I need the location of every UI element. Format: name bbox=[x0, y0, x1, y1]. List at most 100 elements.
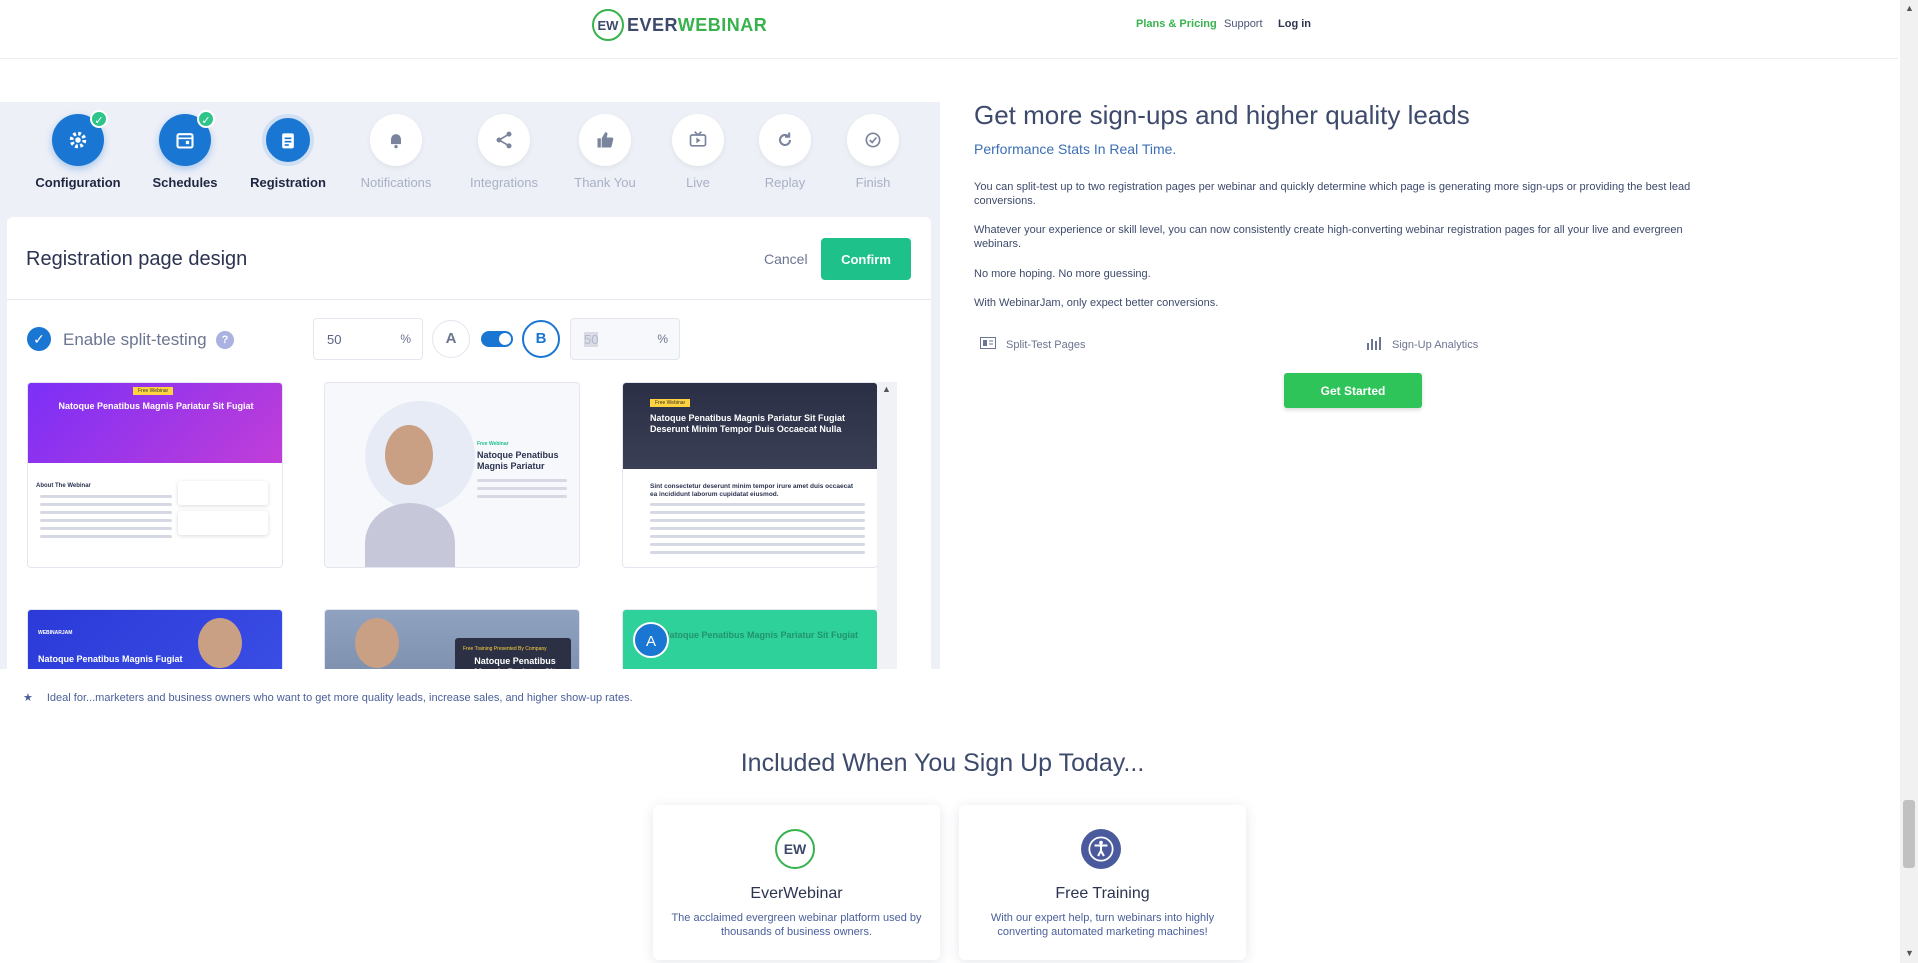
variant-b-button[interactable]: B bbox=[522, 320, 560, 358]
template-section-title: About The Webinar bbox=[36, 483, 91, 489]
template-thumbnail[interactable]: Free Webinar Natoque Penatibus Magnis Pa… bbox=[622, 382, 878, 568]
card-title: Registration page design bbox=[26, 248, 248, 270]
person-image bbox=[365, 503, 455, 567]
template-heading: Natoque Penatibus Magnis Pariatur Sit Fu… bbox=[474, 656, 556, 669]
step-label: Registration bbox=[250, 175, 326, 190]
split-testing-label: Enable split-testing bbox=[63, 330, 207, 349]
get-started-button[interactable]: Get Started bbox=[1284, 373, 1422, 408]
step-label: Schedules bbox=[152, 175, 218, 190]
included-card-desc: With our expert help, turn webinars into… bbox=[990, 912, 1215, 938]
step-registration[interactable]: Registration bbox=[233, 114, 343, 190]
template-tag: Free Webinar bbox=[477, 441, 509, 447]
gear-icon: ✓ bbox=[52, 110, 108, 166]
template-thumbnail[interactable]: Free Webinar Natoque Penatibus Magnis Pa… bbox=[324, 382, 580, 568]
template-section-title: Sint consectetur deserunt minim tempor i… bbox=[650, 483, 854, 498]
template-heading: Natoque Penatibus Magnis Pariatur bbox=[477, 450, 559, 471]
clipboard-icon bbox=[262, 114, 314, 166]
everwebinar-logo[interactable]: EW EVERWEBINAR bbox=[592, 9, 767, 41]
scroll-up-arrow-icon[interactable]: ▲ bbox=[882, 384, 891, 394]
thumbs-up-icon bbox=[579, 114, 631, 166]
split-testing-checkbox[interactable]: ✓ bbox=[27, 327, 51, 351]
template-thumbnail[interactable]: Free Training Presented By Company Natoq… bbox=[324, 609, 580, 669]
replay-icon bbox=[759, 114, 811, 166]
registration-wizard-preview: ✓ Configuration ✓ Schedules Registration… bbox=[0, 102, 940, 669]
scroll-up-arrow-icon[interactable]: ▲ bbox=[1905, 3, 1914, 13]
logo-text-ever: EVER bbox=[627, 14, 678, 35]
step-label: Notifications bbox=[360, 175, 432, 190]
template-hero bbox=[28, 383, 282, 463]
section-title: Get more sign-ups and higher quality lea… bbox=[974, 100, 1470, 130]
paragraph: With WebinarJam, only expect better conv… bbox=[974, 297, 1219, 309]
paragraph: Whatever your experience or skill level,… bbox=[974, 224, 1683, 250]
template-gallery: Free Webinar Natoque Penatibus Magnis Pa… bbox=[27, 382, 889, 669]
paragraph: No more hoping. No more guessing. bbox=[974, 268, 1151, 280]
template-text-lines bbox=[477, 479, 567, 503]
share-icon bbox=[478, 114, 530, 166]
template-tag: Free Webinar bbox=[133, 387, 174, 395]
top-navbar: EW EVERWEBINAR Plans & Pricing Support L… bbox=[0, 0, 1898, 59]
included-card-name: Free Training bbox=[1055, 885, 1150, 902]
person-face bbox=[198, 618, 242, 668]
step-integrations[interactable]: Integrations bbox=[449, 114, 559, 190]
ideal-for-text: Ideal for...marketers and business owner… bbox=[46, 691, 633, 704]
template-text-lines bbox=[40, 495, 172, 543]
bar-chart-icon bbox=[1366, 337, 1382, 353]
template-heading: Natoque Penatibus Magnis Pariatur Sit Fu… bbox=[650, 413, 846, 434]
bell-icon bbox=[370, 114, 422, 166]
step-label: Configuration bbox=[35, 175, 121, 190]
variant-a-percent-input[interactable]: 50 % bbox=[313, 318, 423, 360]
nav-login[interactable]: Log in bbox=[1278, 18, 1311, 30]
nav-plans-pricing[interactable]: Plans & Pricing bbox=[1136, 18, 1217, 30]
variant-a-button[interactable]: A bbox=[432, 320, 470, 358]
step-notifications[interactable]: Notifications bbox=[341, 114, 451, 190]
ideal-for-note: ★ Ideal for...marketers and business own… bbox=[23, 691, 633, 705]
check-badge-icon: ✓ bbox=[90, 110, 108, 128]
everwebinar-logo-icon: EW bbox=[775, 829, 815, 869]
template-tag: Free Training Presented By Company bbox=[463, 646, 547, 652]
step-finish[interactable]: Finish bbox=[818, 114, 928, 190]
logo-text-webinar: WEBINAR bbox=[677, 14, 768, 35]
template-tag: Free Webinar bbox=[650, 399, 691, 407]
cancel-button[interactable]: Cancel bbox=[764, 251, 808, 267]
nav-support[interactable]: Support bbox=[1224, 18, 1263, 30]
page-scrollbar[interactable]: ▲ ▼ bbox=[1900, 0, 1918, 963]
included-card-desc: The acclaimed evergreen webinar platform… bbox=[671, 912, 922, 938]
template-thumbnail[interactable]: Natoque Penatibus Magnis Pariatur Sit Fu… bbox=[622, 609, 878, 669]
registration-design-card: Registration page design Cancel Confirm … bbox=[7, 217, 931, 669]
paragraph: You can split-test up to two registratio… bbox=[974, 181, 1691, 207]
template-gallery-scrollbar[interactable]: ▲ bbox=[877, 382, 897, 669]
variant-b-percent-value: 50 bbox=[584, 332, 599, 347]
scroll-thumb[interactable] bbox=[1903, 800, 1915, 868]
check-circle-icon bbox=[847, 114, 899, 166]
variant-toggle[interactable] bbox=[481, 331, 513, 347]
variant-a-badge: A bbox=[633, 622, 669, 658]
step-configuration[interactable]: ✓ Configuration bbox=[23, 110, 133, 190]
variant-b-percent-input[interactable]: 50 % bbox=[570, 318, 680, 360]
confirm-button[interactable]: Confirm bbox=[821, 238, 911, 280]
step-label: Finish bbox=[855, 175, 891, 190]
percent-unit: % bbox=[657, 332, 668, 346]
included-card-free-training: Free Training With our expert help, turn… bbox=[959, 805, 1246, 960]
template-heading: Natoque Penatibus Magnis Pariatur Sit Fu… bbox=[58, 401, 254, 411]
star-icon: ★ bbox=[23, 692, 33, 704]
template-heading: Natoque Penatibus Magnis Pariatur Sit Fu… bbox=[663, 630, 859, 640]
toggle-knob bbox=[499, 333, 511, 345]
person-face bbox=[385, 425, 433, 485]
percent-unit: % bbox=[400, 332, 411, 346]
help-icon[interactable]: ? bbox=[216, 331, 234, 349]
included-card-name: EverWebinar bbox=[750, 885, 843, 902]
template-thumbnail[interactable]: WEBINARJAM Natoque Penatibus Magnis Fugi… bbox=[27, 609, 283, 669]
feature-label: Split-Test Pages bbox=[1006, 338, 1086, 351]
scroll-down-arrow-icon[interactable]: ▼ bbox=[1905, 948, 1914, 958]
included-title: Included When You Sign Up Today... bbox=[740, 749, 1145, 777]
template-thumbnail[interactable]: Free Webinar Natoque Penatibus Magnis Pa… bbox=[27, 382, 283, 568]
included-card-everwebinar: EW EverWebinar The acclaimed evergreen w… bbox=[653, 805, 940, 960]
variant-a-percent-value: 50 bbox=[327, 332, 342, 347]
feature-label: Sign-Up Analytics bbox=[1392, 339, 1479, 351]
template-heading: Natoque Penatibus Magnis Fugiat bbox=[38, 654, 183, 664]
person-face bbox=[355, 618, 399, 668]
accessibility-icon bbox=[1081, 829, 1121, 869]
feature-split-test: Split-Test Pages bbox=[980, 337, 1085, 352]
presenter-card bbox=[178, 481, 268, 505]
step-schedules[interactable]: ✓ Schedules bbox=[130, 110, 240, 190]
